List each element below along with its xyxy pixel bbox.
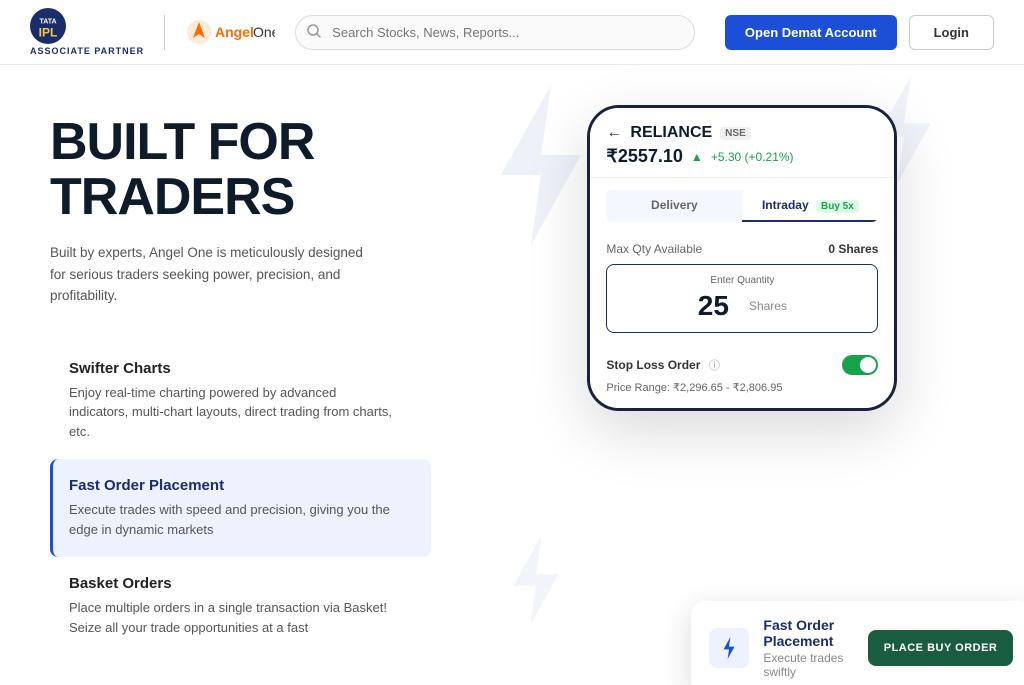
qty-section[interactable]: Enter Quantity 25 Shares xyxy=(606,264,878,333)
tata-ipl-icon: TATA IPL xyxy=(30,8,66,44)
feature-title-basket: Basket Orders xyxy=(69,575,415,592)
feature-item-basket-orders[interactable]: Basket Orders Place multiple orders in a… xyxy=(50,557,431,655)
angel-one-svg: Angel One xyxy=(185,18,275,46)
features-list: Swifter Charts Enjoy real-time charting … xyxy=(50,342,431,656)
associate-partner-text: ASSOCIATE PARTNER xyxy=(30,46,144,56)
search-icon xyxy=(307,24,321,41)
stock-price: ₹2557.10 xyxy=(606,146,683,167)
hero-title: BUILT FOR TRADERS xyxy=(50,115,431,224)
open-demat-button[interactable]: Open Demat Account xyxy=(725,15,897,50)
price-up-icon: ▲ xyxy=(691,150,703,164)
place-buy-button[interactable]: PLACE BUY ORDER xyxy=(868,630,1014,666)
feature-desc-basket: Place multiple orders in a single transa… xyxy=(69,598,399,637)
price-change: +5.30 (+0.21%) xyxy=(711,150,794,164)
bolt-icon-topleft xyxy=(481,85,601,245)
feature-item-fast-order[interactable]: Fast Order Placement Execute trades with… xyxy=(50,459,431,557)
price-range-row: Price Range: ₹2,296.65 - ₹2,806.95 xyxy=(590,379,894,408)
order-card-subtitle: Execute trades swiftly xyxy=(763,651,853,679)
logo-area: TATA IPL ASSOCIATE PARTNER Angel One xyxy=(30,8,275,56)
svg-text:Angel: Angel xyxy=(215,24,254,40)
exchange-badge: NSE xyxy=(720,127,751,140)
back-arrow-icon[interactable]: ← xyxy=(606,124,622,142)
hero-subtitle: Built by experts, Angel One is meticulou… xyxy=(50,242,370,307)
stop-loss-toggle[interactable] xyxy=(842,355,878,375)
intraday-tab[interactable]: Intraday Buy 5x xyxy=(742,190,878,222)
search-input[interactable] xyxy=(295,15,695,50)
feature-desc-fast-order: Execute trades with speed and precision,… xyxy=(69,500,399,539)
header: TATA IPL ASSOCIATE PARTNER Angel One xyxy=(0,0,1024,65)
order-icon-wrap xyxy=(709,628,749,668)
stop-loss-row: Stop Loss Order ⓘ xyxy=(590,345,894,379)
feature-desc-swifter: Enjoy real-time charting powered by adva… xyxy=(69,383,399,442)
order-card-text: Fast Order Placement Execute trades swif… xyxy=(763,617,853,679)
toggle-knob xyxy=(860,357,876,373)
stock-name: RELIANCE xyxy=(630,124,712,142)
phone-mockup: ← RELIANCE NSE ₹2557.10 ▲ +5.30 (+0.21%)… xyxy=(587,105,897,411)
feature-item-swifter-charts[interactable]: Swifter Charts Enjoy real-time charting … xyxy=(50,342,431,460)
svg-text:One: One xyxy=(253,24,275,40)
max-qty-label: Max Qty Available xyxy=(606,242,702,256)
logo-divider xyxy=(164,15,165,50)
tata-ipl-logo: TATA IPL ASSOCIATE PARTNER xyxy=(30,8,144,56)
angel-one-logo: Angel One xyxy=(185,18,275,46)
login-button[interactable]: Login xyxy=(909,15,994,50)
svg-text:IPL: IPL xyxy=(39,25,58,39)
delivery-tab[interactable]: Delivery xyxy=(606,190,742,222)
max-qty-row: Max Qty Available 0 Shares xyxy=(590,234,894,264)
qty-unit: Shares xyxy=(749,299,787,313)
bolt-icon-bottomleft xyxy=(501,535,571,625)
feature-title-fast-order: Fast Order Placement xyxy=(69,477,415,494)
order-card-title: Fast Order Placement xyxy=(763,617,853,649)
phone-header-bar: ← RELIANCE NSE ₹2557.10 ▲ +5.30 (+0.21%) xyxy=(590,108,894,178)
qty-number: 25 xyxy=(698,290,729,322)
qty-label: Enter Quantity xyxy=(621,275,863,286)
feature-title-swifter: Swifter Charts xyxy=(69,360,415,377)
right-section: ← RELIANCE NSE ₹2557.10 ▲ +5.30 (+0.21%)… xyxy=(461,65,1024,685)
buy-badge: Buy 5x xyxy=(816,200,859,213)
left-section: BUILT FOR TRADERS Built by experts, Ange… xyxy=(0,65,461,685)
info-icon: ⓘ xyxy=(709,360,720,372)
trade-tabs: Delivery Intraday Buy 5x xyxy=(606,190,878,222)
main-content: BUILT FOR TRADERS Built by experts, Ange… xyxy=(0,65,1024,685)
lightning-icon xyxy=(718,637,740,659)
search-bar xyxy=(295,15,695,50)
phone-screen: ← RELIANCE NSE ₹2557.10 ▲ +5.30 (+0.21%)… xyxy=(590,108,894,408)
max-qty-value: 0 Shares xyxy=(828,242,878,256)
header-actions: Open Demat Account Login xyxy=(725,15,994,50)
stop-loss-label: Stop Loss Order xyxy=(606,358,700,372)
